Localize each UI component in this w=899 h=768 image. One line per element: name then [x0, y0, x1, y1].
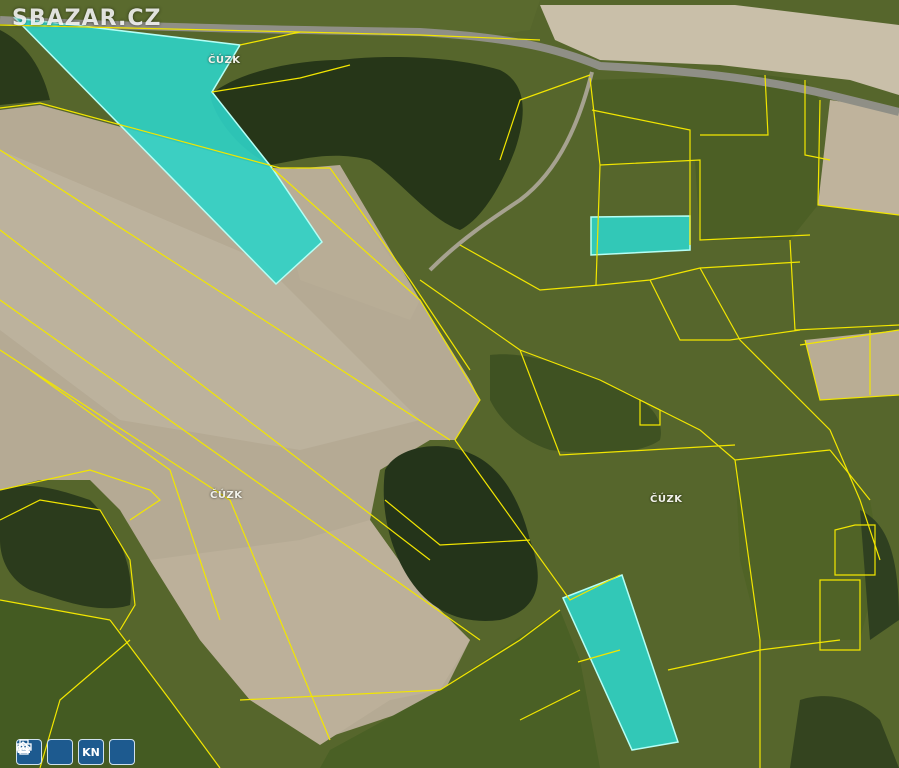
map-canvas — [0, 0, 899, 768]
share-icon — [17, 741, 31, 753]
kn-button[interactable]: KN — [78, 739, 104, 765]
share-button[interactable] — [17, 739, 135, 765]
watermark: SBAZAR.CZ — [12, 6, 162, 31]
cuzk-label: ČÚZK — [650, 494, 683, 505]
highlighted-parcel-middle[interactable] — [590, 215, 691, 256]
map-toolbar: m KN — [16, 739, 135, 765]
cadastral-map[interactable]: SBAZAR.CZ ČÚZK ČÚZK ČÚZK m KN — [0, 0, 899, 768]
arable-field-right — [818, 100, 899, 215]
cuzk-label: ČÚZK — [210, 490, 243, 501]
arable-field-small-right — [805, 330, 899, 400]
print-button[interactable] — [16, 739, 73, 765]
cuzk-label: ČÚZK — [208, 55, 241, 66]
